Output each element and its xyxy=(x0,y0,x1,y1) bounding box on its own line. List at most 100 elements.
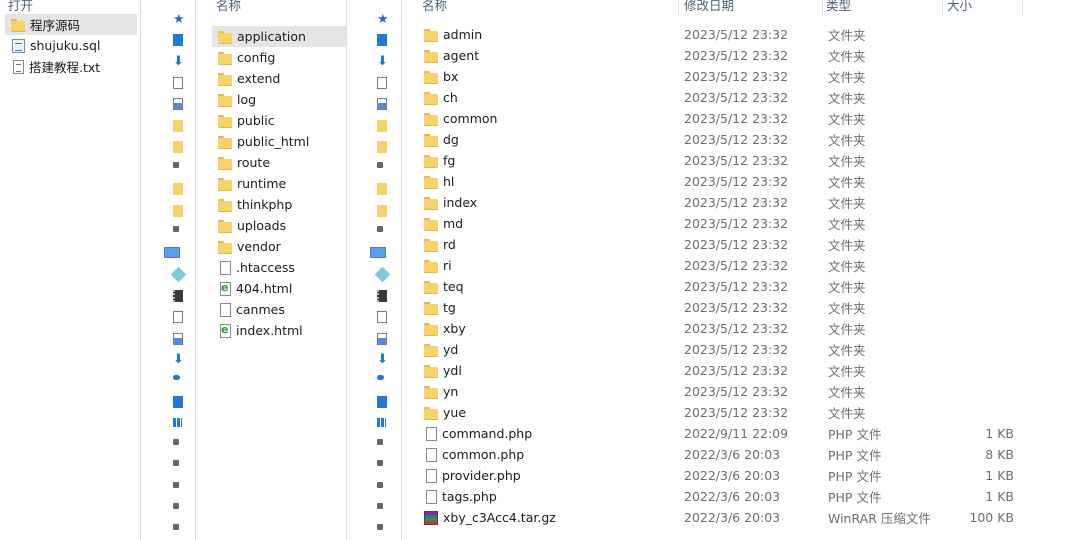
list-item[interactable]: application xyxy=(212,26,346,47)
middle-file-pane: 名称 application config extend log public publi… xyxy=(196,0,346,540)
video-icon[interactable] xyxy=(377,289,387,302)
list-item[interactable]: extend xyxy=(212,68,346,89)
list-item[interactable]: shujuku.sql xyxy=(5,35,137,56)
file-size: 1 KB xyxy=(985,489,1014,504)
list-item[interactable]: config xyxy=(212,47,346,68)
document-icon[interactable] xyxy=(377,311,387,324)
drive-icon[interactable] xyxy=(377,524,383,531)
list-item[interactable]: thinkphp xyxy=(212,194,346,215)
windows-icon[interactable] xyxy=(377,417,386,427)
middle-name-column-header[interactable]: 名称 xyxy=(216,0,241,14)
drive-icon[interactable] xyxy=(377,439,383,445)
modified-date: 2023/5/12 23:32 xyxy=(684,237,789,252)
html-file-icon xyxy=(220,323,231,338)
file-name: command.php xyxy=(442,426,533,441)
download-icon[interactable]: ⬇ xyxy=(377,353,388,366)
list-item[interactable]: route xyxy=(212,152,346,173)
drive-icon[interactable] xyxy=(173,162,179,169)
list-item[interactable]: 搭建教程.txt xyxy=(5,56,137,77)
folder-icon[interactable] xyxy=(173,183,183,196)
modified-date: 2022/3/6 20:03 xyxy=(684,447,781,462)
document-icon[interactable] xyxy=(173,76,183,89)
file-type: 文件夹 xyxy=(828,91,866,106)
list-item[interactable]: .htaccess xyxy=(212,257,346,278)
list-item[interactable]: canmes xyxy=(212,299,346,320)
list-item[interactable]: runtime xyxy=(212,173,346,194)
file-name: common xyxy=(443,111,498,126)
drive-icon[interactable] xyxy=(377,502,383,509)
list-item[interactable]: log xyxy=(212,89,346,110)
drive-icon[interactable] xyxy=(173,502,179,509)
type-column-header[interactable]: 类型 xyxy=(826,0,851,14)
list-item-label: config xyxy=(237,50,276,65)
modified-date: 2023/5/12 23:32 xyxy=(684,342,789,357)
file-size xyxy=(954,402,1014,423)
list-item-label: runtime xyxy=(237,176,287,191)
desktop-icon[interactable] xyxy=(173,396,183,409)
blue-tile-icon[interactable] xyxy=(173,34,183,47)
drive-icon[interactable] xyxy=(377,226,383,232)
file-type: 文件夹 xyxy=(828,364,866,379)
drive-icon[interactable] xyxy=(377,481,383,488)
drive-icon[interactable] xyxy=(173,226,179,232)
folder-icon[interactable] xyxy=(173,119,183,132)
this-pc-icon[interactable] xyxy=(164,247,180,259)
navigation-strip-1: ★ ⬇ ⬇ xyxy=(140,0,196,540)
folder-icon[interactable] xyxy=(173,140,183,153)
download-icon[interactable]: ⬇ xyxy=(377,55,388,68)
video-icon[interactable] xyxy=(173,289,183,302)
drive-icon[interactable] xyxy=(173,481,179,488)
3d-objects-icon[interactable] xyxy=(374,266,391,282)
picture-icon[interactable] xyxy=(173,98,183,111)
download-icon[interactable]: ⬇ xyxy=(173,55,184,68)
windows-icon[interactable] xyxy=(173,417,182,427)
music-icon[interactable] xyxy=(377,375,384,381)
drive-icon[interactable] xyxy=(377,162,383,169)
document-icon[interactable] xyxy=(377,76,387,89)
picture-icon[interactable] xyxy=(173,332,183,345)
list-item[interactable]: 程序源码 xyxy=(5,14,137,35)
3d-objects-icon[interactable] xyxy=(170,266,187,282)
blue-tile-icon[interactable] xyxy=(377,34,387,47)
download-icon[interactable]: ⬇ xyxy=(173,353,184,366)
drive-icon[interactable] xyxy=(173,460,179,467)
file-name: admin xyxy=(443,27,483,42)
desktop-icon[interactable] xyxy=(377,396,387,409)
drive-icon[interactable] xyxy=(377,460,383,467)
size-column-header[interactable]: 大小 xyxy=(947,0,972,14)
list-item[interactable]: uploads xyxy=(212,215,346,236)
list-item[interactable]: public xyxy=(212,110,346,131)
modified-date: 2023/5/12 23:32 xyxy=(684,321,789,336)
star-icon[interactable]: ★ xyxy=(173,13,187,27)
drive-icon[interactable] xyxy=(173,439,179,445)
file-icon xyxy=(426,426,437,441)
html-file-icon xyxy=(220,281,231,296)
file-size xyxy=(954,339,1014,360)
folder-icon[interactable] xyxy=(173,204,183,217)
picture-icon[interactable] xyxy=(377,332,387,345)
file-name: agent xyxy=(443,48,480,63)
star-icon[interactable]: ★ xyxy=(377,13,391,27)
folder-icon[interactable] xyxy=(377,119,387,132)
drive-icon[interactable] xyxy=(173,524,179,531)
date-column-header[interactable]: 修改日期 xyxy=(684,0,734,14)
picture-icon[interactable] xyxy=(377,98,387,111)
list-item[interactable]: vendor xyxy=(212,236,346,257)
file-size xyxy=(954,87,1014,108)
file-icon xyxy=(220,260,231,275)
music-icon[interactable] xyxy=(173,375,180,381)
file-name: provider.php xyxy=(442,468,521,483)
folder-icon[interactable] xyxy=(377,204,387,217)
folder-icon[interactable] xyxy=(377,140,387,153)
folder-icon[interactable] xyxy=(377,183,387,196)
list-item[interactable]: index.html xyxy=(212,320,346,341)
list-item[interactable]: 404.html xyxy=(212,278,346,299)
modified-date: 2023/5/12 23:32 xyxy=(684,384,789,399)
folder-icon xyxy=(424,112,438,126)
list-item-label: 程序源码 xyxy=(30,18,81,33)
list-item[interactable]: public_html xyxy=(212,131,346,152)
folder-icon xyxy=(11,18,25,32)
document-icon[interactable] xyxy=(173,311,183,324)
this-pc-icon[interactable] xyxy=(370,247,386,259)
name-column-header[interactable]: 名称 xyxy=(422,0,447,14)
